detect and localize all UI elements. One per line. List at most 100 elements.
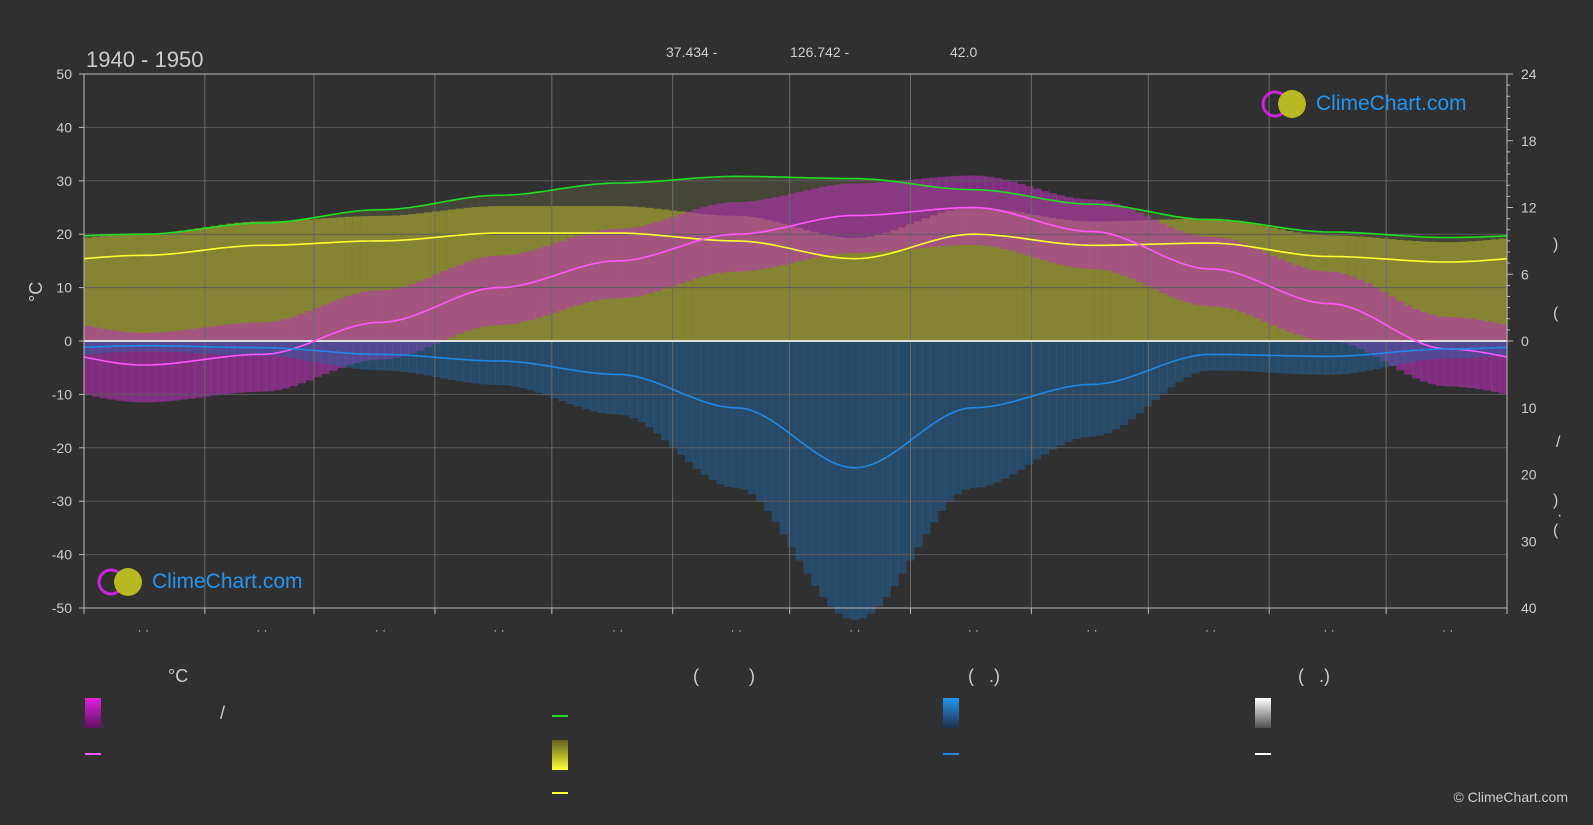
precip-band bbox=[977, 341, 986, 488]
x-tick-label: · · bbox=[138, 623, 149, 637]
precip-band bbox=[1064, 341, 1073, 442]
precip-band bbox=[692, 341, 702, 469]
temp-range-band bbox=[447, 267, 457, 338]
precip-band bbox=[795, 341, 805, 561]
precip-band bbox=[1024, 341, 1034, 465]
precip-band bbox=[1356, 341, 1366, 372]
temp-range-band bbox=[91, 327, 101, 397]
legend-temp-header: °C bbox=[168, 666, 189, 686]
temp-range-band bbox=[455, 264, 465, 334]
x-tick-label: · · bbox=[493, 623, 504, 637]
precip-band bbox=[1135, 341, 1144, 414]
precip-band bbox=[502, 341, 512, 386]
x-tick-label: · · bbox=[375, 623, 386, 637]
precip-band bbox=[1214, 341, 1223, 371]
temp-range-band bbox=[882, 182, 891, 252]
sunshine-band bbox=[234, 222, 243, 341]
right-hours-tick-label: 18 bbox=[1521, 133, 1537, 149]
precip-band bbox=[1277, 341, 1287, 374]
precip-band bbox=[597, 341, 607, 413]
temp-range-band bbox=[487, 256, 496, 326]
temp-range-band bbox=[1491, 322, 1500, 393]
precip-band bbox=[779, 341, 789, 535]
precip-band bbox=[740, 341, 749, 490]
precip-band bbox=[763, 341, 773, 512]
precip-band bbox=[874, 341, 884, 607]
precip-band bbox=[1080, 341, 1089, 438]
temp-range-band bbox=[1008, 181, 1018, 252]
legend-temp-mean-line bbox=[85, 753, 101, 755]
precip-band bbox=[1198, 341, 1208, 372]
precip-band bbox=[447, 341, 457, 380]
temp-range-band bbox=[724, 202, 733, 272]
precip-band bbox=[534, 341, 544, 393]
left-tick-label: 50 bbox=[56, 66, 72, 82]
temp-range-band bbox=[1103, 201, 1113, 271]
temp-range-band bbox=[265, 321, 275, 392]
precip-band bbox=[400, 341, 409, 372]
temp-range-band bbox=[732, 202, 741, 272]
temp-range-band bbox=[1111, 203, 1121, 273]
temp-range-band bbox=[534, 248, 544, 319]
temp-range-band bbox=[1222, 238, 1231, 308]
precip-band bbox=[518, 341, 528, 389]
climechart-logo-icon bbox=[1261, 90, 1306, 118]
precip-band bbox=[1230, 341, 1239, 371]
precip-band bbox=[408, 341, 417, 373]
legend-precip-header: ( .) bbox=[968, 666, 1000, 686]
temp-range-band bbox=[1301, 267, 1310, 338]
temp-range-band bbox=[1348, 276, 1358, 346]
temp-range-band bbox=[574, 235, 583, 306]
precip-band bbox=[439, 341, 449, 379]
precip-band bbox=[993, 341, 1002, 483]
temp-range-band bbox=[423, 278, 433, 348]
precip-band bbox=[1167, 341, 1176, 388]
legend-temp-range-slash: / bbox=[220, 703, 226, 723]
precip-band bbox=[1246, 341, 1255, 372]
precip-band bbox=[1380, 341, 1390, 368]
temp-range-band bbox=[582, 233, 591, 303]
precip-band bbox=[1182, 341, 1192, 378]
temp-range-band bbox=[740, 201, 749, 272]
sunshine-band bbox=[842, 237, 852, 341]
temp-range-band bbox=[1032, 188, 1042, 259]
legend-precip-swatch bbox=[943, 698, 959, 728]
temp-range-band bbox=[811, 188, 820, 258]
temp-range-band bbox=[202, 327, 212, 397]
precip-band bbox=[1095, 341, 1105, 436]
temp-range-band bbox=[186, 329, 196, 399]
temp-range-band bbox=[1404, 305, 1413, 375]
precip-band bbox=[1388, 341, 1397, 366]
temp-range-band bbox=[993, 177, 1002, 248]
temp-range-band bbox=[1230, 240, 1239, 310]
temp-range-band bbox=[431, 274, 441, 345]
precip-band bbox=[360, 341, 370, 370]
temp-range-band bbox=[921, 178, 931, 248]
precip-band bbox=[1174, 341, 1184, 382]
temp-range-band bbox=[866, 183, 876, 253]
temp-range-band bbox=[1206, 236, 1216, 307]
sunshine-band bbox=[226, 223, 235, 341]
temp-range-band bbox=[1064, 196, 1073, 267]
precip-band bbox=[416, 341, 425, 375]
legend-precip-line bbox=[943, 753, 959, 755]
sunshine-band bbox=[99, 236, 109, 341]
precip-band bbox=[1103, 341, 1113, 434]
precip-band bbox=[827, 341, 836, 607]
precip-band bbox=[866, 341, 876, 614]
precip-band bbox=[890, 341, 899, 586]
precip-band bbox=[921, 341, 931, 535]
temp-range-band bbox=[858, 183, 868, 253]
precip-band bbox=[1119, 341, 1129, 425]
temp-range-band bbox=[676, 214, 686, 284]
precip-band bbox=[985, 341, 994, 486]
precip-band bbox=[882, 341, 891, 597]
temp-range-band bbox=[1293, 265, 1303, 335]
temp-range-band bbox=[510, 254, 520, 324]
precip-band bbox=[1056, 341, 1065, 446]
temp-range-band bbox=[1048, 193, 1057, 263]
temp-range-band bbox=[526, 250, 536, 321]
legend-daylight-line bbox=[552, 715, 568, 717]
temp-range-band bbox=[827, 185, 836, 255]
legend-sunshine-swatch bbox=[552, 740, 568, 770]
